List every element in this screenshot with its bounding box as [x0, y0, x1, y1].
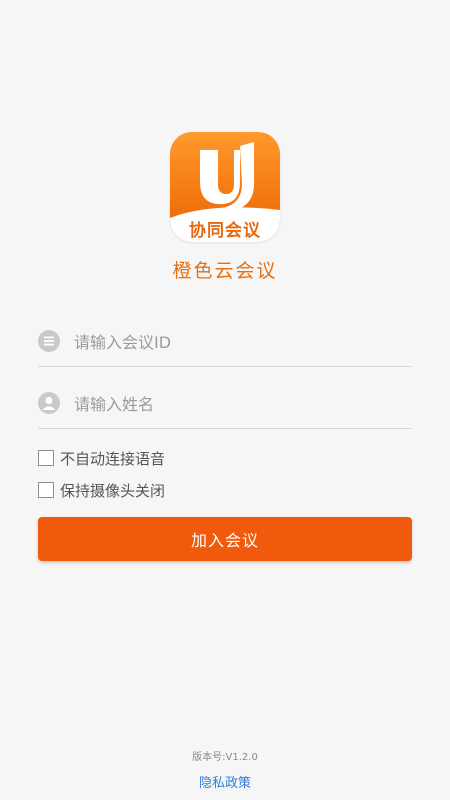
- no-auto-audio-checkbox[interactable]: [38, 450, 54, 466]
- app-name: 橙色云会议: [172, 260, 278, 282]
- no-auto-audio-option[interactable]: 不自动连接语音: [38, 447, 165, 469]
- join-meeting-button[interactable]: 加入会议: [38, 517, 412, 561]
- privacy-policy-link[interactable]: 隐私政策: [0, 772, 450, 791]
- no-auto-audio-label: 不自动连接语音: [60, 449, 166, 468]
- camera-off-label: 保持摄像头关闭: [60, 481, 166, 500]
- person-circle-icon: [38, 392, 60, 414]
- meeting-id-field: [38, 316, 412, 367]
- user-name-field: [38, 378, 412, 429]
- list-circle-icon: [38, 330, 60, 352]
- join-meeting-screen: 协同会议 橙色云会议 不自动连接语音 保持摄像头关闭 加入会议 版本号:V1.: [0, 0, 450, 800]
- camera-off-checkbox[interactable]: [38, 482, 54, 498]
- logo-text: 协同会议: [189, 221, 261, 241]
- meeting-id-input[interactable]: [72, 326, 406, 358]
- app-logo: 协同会议: [170, 132, 280, 242]
- version-text: 版本号:V1.2.0: [192, 752, 258, 763]
- camera-off-option[interactable]: 保持摄像头关闭: [38, 479, 165, 501]
- user-name-input[interactable]: [72, 388, 406, 420]
